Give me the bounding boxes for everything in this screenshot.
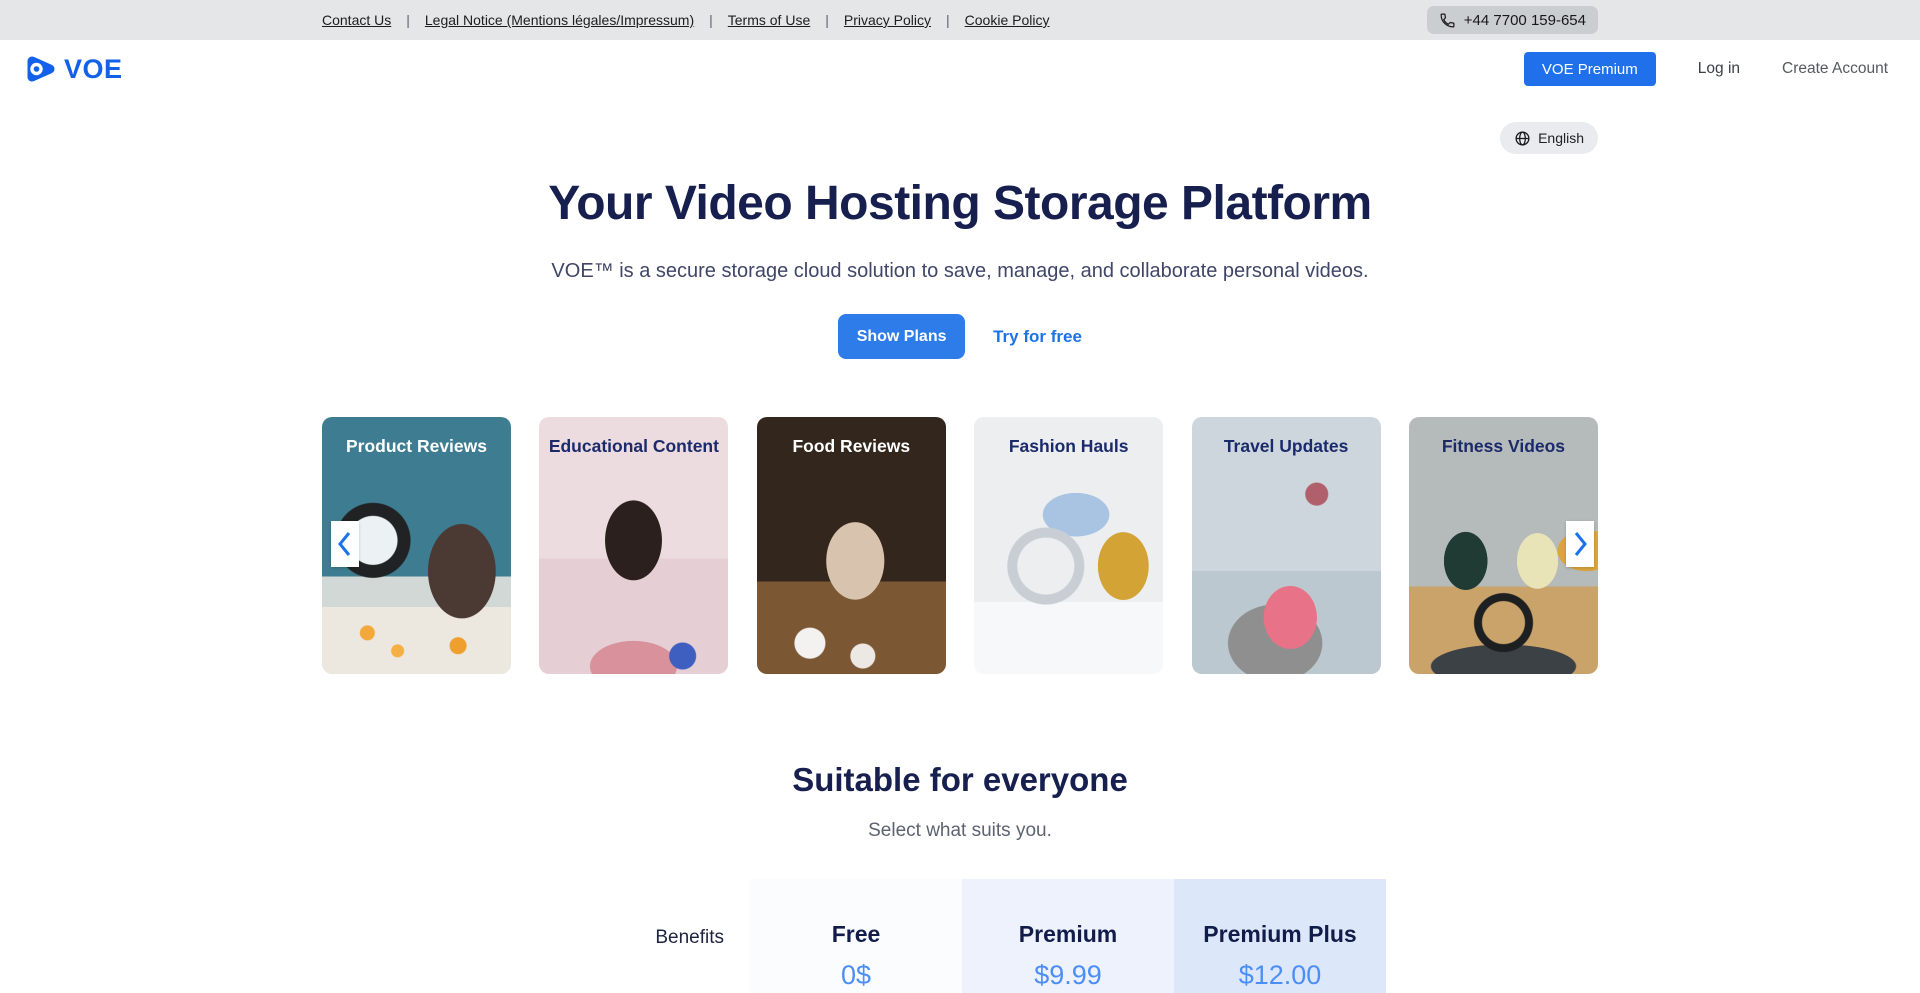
voe-logo[interactable]: VOE	[24, 53, 123, 85]
link-separator: |	[825, 12, 829, 28]
card-label: Fitness Videos	[1409, 417, 1598, 457]
carousel-next-button[interactable]	[1566, 521, 1594, 567]
plan-price: 0$	[750, 960, 962, 991]
category-card-food-reviews[interactable]: Food Reviews	[757, 417, 946, 674]
plan-column-free[interactable]: Free 0$ monthly	[750, 879, 962, 993]
show-plans-button[interactable]: Show Plans	[838, 314, 965, 359]
login-link[interactable]: Log in	[1698, 60, 1740, 78]
legal-links: Contact Us | Legal Notice (Mentions léga…	[322, 12, 1049, 28]
benefits-column-label: Benefits	[322, 879, 750, 993]
language-label: English	[1538, 130, 1584, 146]
plans-section-title: Suitable for everyone	[322, 761, 1598, 799]
main-header: VOE VOE Premium Log in Create Account	[0, 40, 1920, 98]
link-separator: |	[406, 12, 410, 28]
page-title: Your Video Hosting Storage Platform	[322, 176, 1598, 231]
card-label: Food Reviews	[757, 417, 946, 457]
plan-name: Premium	[962, 921, 1174, 948]
phone-number: +44 7700 159-654	[1464, 12, 1586, 29]
plan-price: $9.99	[962, 960, 1174, 991]
plan-column-premium[interactable]: Premium $9.99 monthly	[962, 879, 1174, 993]
link-separator: |	[946, 12, 950, 28]
pricing-table: Benefits Free 0$ monthly Premium $9.99 m…	[322, 879, 1598, 993]
try-for-free-link[interactable]: Try for free	[993, 327, 1082, 347]
category-carousel: Product Reviews Educational Content Food…	[322, 417, 1598, 674]
voe-premium-button[interactable]: VOE Premium	[1524, 52, 1656, 86]
language-selector[interactable]: English	[1500, 122, 1598, 154]
card-label: Fashion Hauls	[974, 417, 1163, 457]
phone-number-badge[interactable]: +44 7700 159-654	[1427, 6, 1598, 34]
card-label: Product Reviews	[322, 417, 511, 457]
card-label: Travel Updates	[1192, 417, 1381, 457]
chevron-right-icon	[1570, 529, 1590, 559]
card-label: Educational Content	[539, 417, 728, 457]
category-card-travel-updates[interactable]: Travel Updates	[1192, 417, 1381, 674]
utility-bar: Contact Us | Legal Notice (Mentions léga…	[0, 0, 1920, 40]
legal-notice-link[interactable]: Legal Notice (Mentions légales/Impressum…	[425, 12, 694, 28]
privacy-policy-link[interactable]: Privacy Policy	[844, 12, 931, 28]
contact-us-link[interactable]: Contact Us	[322, 12, 391, 28]
carousel-prev-button[interactable]	[331, 521, 359, 567]
play-logo-icon	[24, 53, 56, 85]
plans-section-subtitle: Select what suits you.	[322, 820, 1598, 842]
plan-price: $12.00	[1174, 960, 1386, 991]
link-separator: |	[709, 12, 713, 28]
terms-of-use-link[interactable]: Terms of Use	[728, 12, 810, 28]
category-card-educational-content[interactable]: Educational Content	[539, 417, 728, 674]
logo-wordmark: VOE	[64, 54, 123, 85]
category-card-fashion-hauls[interactable]: Fashion Hauls	[974, 417, 1163, 674]
plan-name: Premium Plus	[1174, 921, 1386, 948]
globe-icon	[1514, 130, 1531, 147]
plan-name: Free	[750, 921, 962, 948]
cookie-policy-link[interactable]: Cookie Policy	[965, 12, 1050, 28]
phone-icon	[1439, 12, 1456, 29]
page-subtitle: VOE™ is a secure storage cloud solution …	[322, 260, 1598, 283]
create-account-link[interactable]: Create Account	[1782, 60, 1888, 78]
chevron-left-icon	[335, 529, 355, 559]
plan-column-premium-plus[interactable]: Premium Plus $12.00 monthly	[1174, 879, 1386, 993]
